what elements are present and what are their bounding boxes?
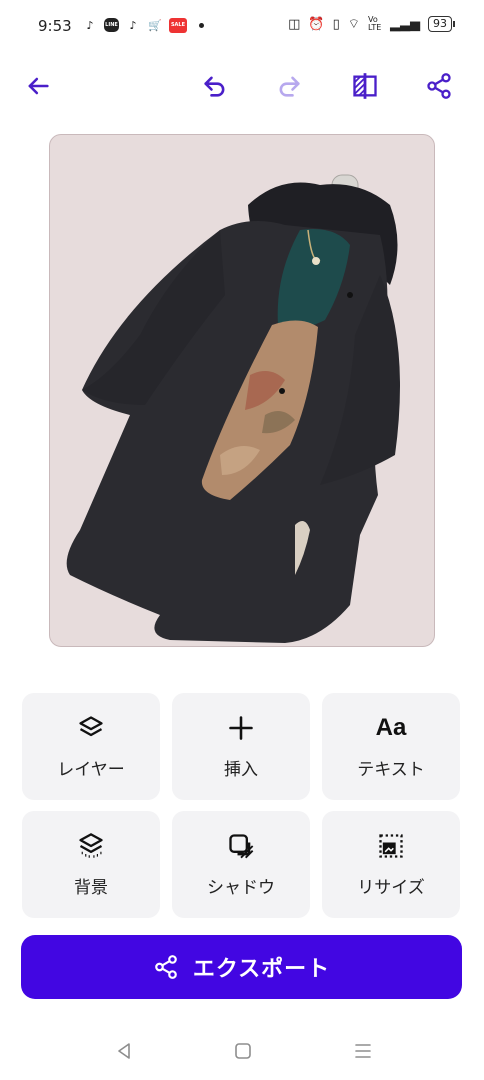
line-icon: LINE xyxy=(104,18,119,32)
more-notifications-dot xyxy=(199,22,204,28)
app-icon: SALE xyxy=(169,17,187,33)
export-button[interactable]: エクスポート xyxy=(21,935,462,999)
share-button[interactable] xyxy=(421,68,457,104)
share-icon xyxy=(154,955,177,979)
coat-photo[interactable] xyxy=(50,135,434,646)
undo-button[interactable] xyxy=(197,68,233,104)
compare-icon xyxy=(353,73,377,99)
tool-background-label: 背景 xyxy=(74,878,108,898)
undo-icon xyxy=(204,76,225,97)
nav-recents-button[interactable] xyxy=(350,1038,376,1064)
nfc-icon: ◫ xyxy=(288,16,301,32)
tool-layers-label: レイヤー xyxy=(57,760,125,780)
tool-background[interactable]: 背景 xyxy=(22,811,160,918)
resize-icon xyxy=(379,834,403,858)
system-nav-bar xyxy=(0,1020,484,1080)
network-label: Vo LTE xyxy=(368,15,382,32)
tool-resize[interactable]: リサイズ xyxy=(322,811,460,918)
status-bar: 9:53 ♪ LINE ♪ 🛒 SALE ◫ ⏰ ▯ ⌔ Vo LTE ▂▃▅ … xyxy=(0,0,484,56)
text-icon: Aa xyxy=(375,714,407,741)
back-arrow-icon xyxy=(28,77,49,95)
shadow-icon xyxy=(229,834,254,859)
background-icon xyxy=(79,833,103,858)
alarm-icon: ⏰ xyxy=(308,16,325,32)
battery-icon: 93 xyxy=(428,16,455,32)
triangle-back-icon xyxy=(118,1043,130,1059)
redo-button[interactable] xyxy=(271,68,307,104)
tool-layers[interactable]: レイヤー xyxy=(22,693,160,800)
nav-back-button[interactable] xyxy=(111,1038,137,1064)
back-button[interactable] xyxy=(20,68,56,104)
wifi-icon: ⌔ xyxy=(347,17,360,32)
share-icon xyxy=(427,73,451,99)
tool-shadow[interactable]: シャドウ xyxy=(172,811,310,918)
square-home-icon xyxy=(235,1043,251,1059)
tool-text[interactable]: Aa テキスト xyxy=(322,693,460,800)
editor-toolbar xyxy=(0,60,484,112)
tool-resize-label: リサイズ xyxy=(357,878,425,898)
tool-insert[interactable]: 挿入 xyxy=(172,693,310,800)
menu-lines-icon xyxy=(355,1044,371,1058)
export-label: エクスポート xyxy=(192,957,331,982)
plus-icon xyxy=(229,716,253,740)
compare-button[interactable] xyxy=(347,68,383,104)
clock: 9:53 xyxy=(38,17,72,35)
tiktok-icon: ♪ xyxy=(86,18,94,32)
tiktok-icon: ♪ xyxy=(129,18,137,32)
tool-text-label: テキスト xyxy=(357,760,425,780)
signal-icon: ▂▃▅ xyxy=(390,16,420,32)
design-canvas[interactable] xyxy=(49,134,435,647)
vibrate-icon: ▯ xyxy=(332,16,340,32)
notification-icons: ♪ LINE ♪ 🛒 SALE xyxy=(82,17,204,33)
cart-icon: 🛒 xyxy=(148,18,162,32)
nav-home-button[interactable] xyxy=(230,1038,256,1064)
system-icons: ◫ ⏰ ▯ ⌔ Vo LTE ▂▃▅ 93 xyxy=(288,15,455,32)
layers-icon xyxy=(79,716,103,737)
redo-icon xyxy=(279,76,300,97)
tool-shadow-label: シャドウ xyxy=(207,878,275,898)
tool-insert-label: 挿入 xyxy=(224,760,258,780)
